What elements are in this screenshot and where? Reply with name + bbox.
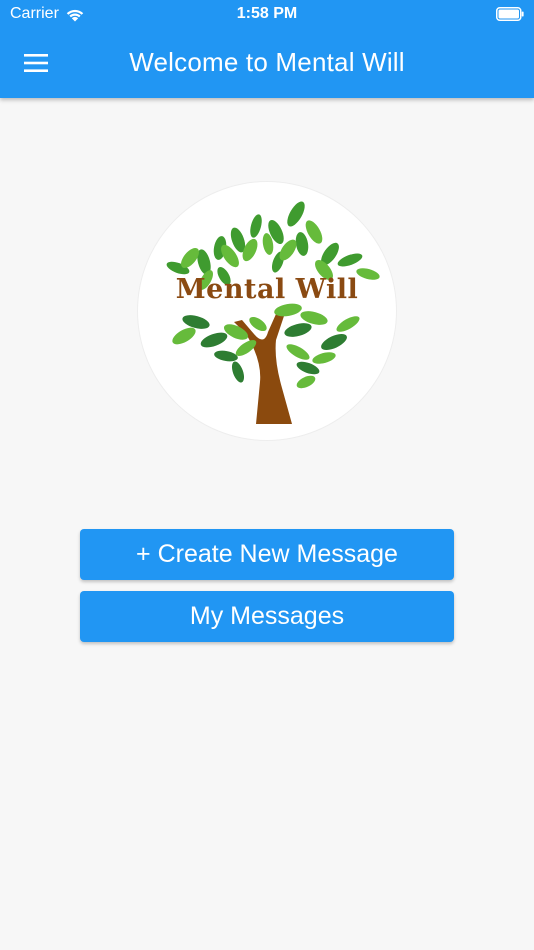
my-messages-button[interactable]: My Messages [80, 591, 454, 642]
create-new-message-label: + Create New Message [136, 540, 398, 568]
create-new-message-button[interactable]: + Create New Message [80, 529, 454, 580]
page-title: Welcome to Mental Will [129, 47, 405, 77]
my-messages-label: My Messages [189, 602, 345, 630]
app-logo: Mental Will [138, 182, 396, 440]
tree-logo-graphic [166, 201, 380, 424]
battery-icon [496, 7, 524, 21]
app-bar: Carrier 1:58 PM Welcome to Mental Will [0, 0, 534, 98]
logo-text: Mental Will [175, 274, 359, 305]
status-time: 1:58 PM [236, 5, 298, 22]
status-bar: Carrier 1:58 PM [0, 0, 534, 28]
